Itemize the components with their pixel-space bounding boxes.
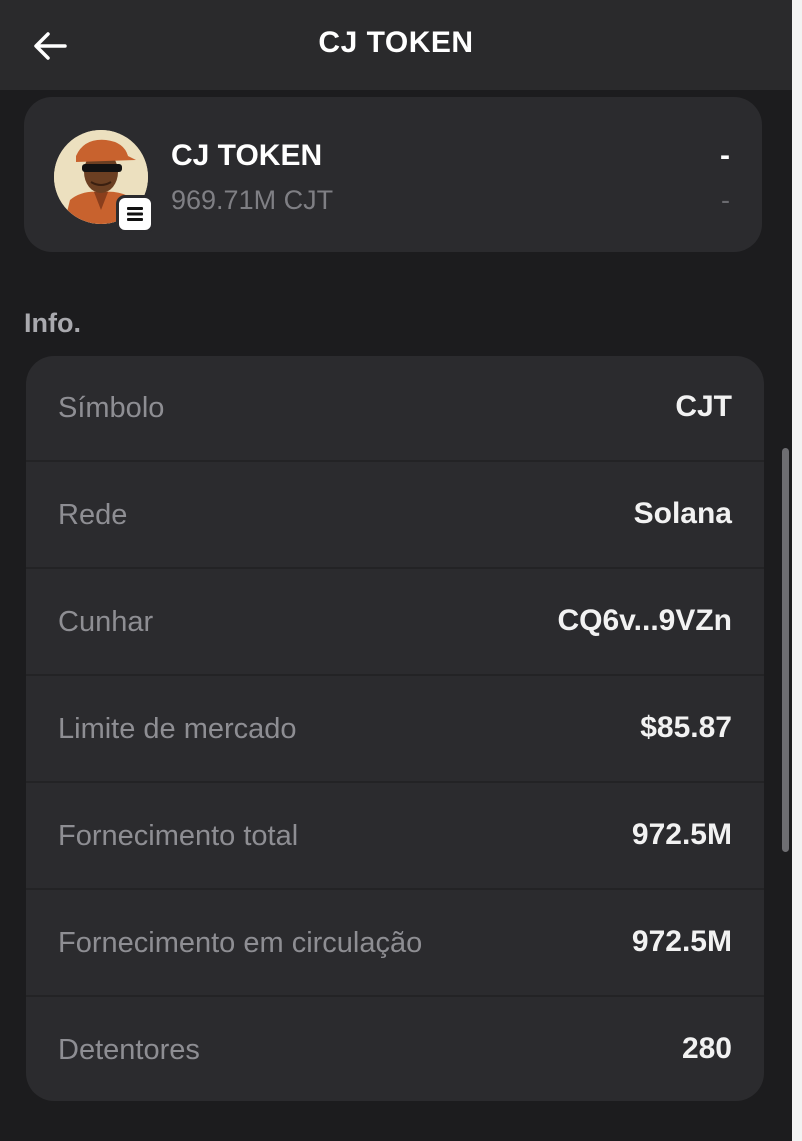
info-row-holders: Detentores 280 [26, 998, 764, 1101]
row-label: Limite de mercado [58, 713, 297, 745]
info-row-symbol: Símbolo CJT [26, 356, 764, 462]
row-label: Detentores [58, 1034, 200, 1066]
top-bar: CJ TOKEN [0, 0, 792, 90]
info-row-circulating-supply: Fornecimento em circulação 972.5M [26, 891, 764, 997]
token-balance: 969.71M CJT [171, 185, 334, 215]
row-value: 280 [681, 1032, 732, 1065]
token-fiat-value: - [720, 139, 730, 172]
divider [26, 995, 764, 997]
divider [26, 674, 764, 676]
row-label: Fornecimento total [58, 820, 299, 852]
divider [26, 567, 764, 569]
info-row-mint[interactable]: Cunhar CQ6v...9VZn [26, 570, 764, 676]
row-value: 972.5M [631, 818, 732, 851]
network-badge [116, 195, 154, 233]
row-label: Cunhar [58, 606, 154, 638]
row-value: CJT [675, 390, 732, 423]
info-row-market-cap: Limite de mercado $85.87 [26, 677, 764, 783]
row-label: Rede [58, 499, 128, 531]
row-value: $85.87 [640, 711, 732, 744]
row-value: Solana [633, 497, 732, 530]
token-card[interactable]: CJ TOKEN 969.71M CJT - - [24, 97, 762, 252]
row-label: Símbolo [58, 392, 165, 424]
row-value: 972.5M [631, 925, 732, 958]
divider [26, 781, 764, 783]
info-card: Símbolo CJT Rede Solana Cunhar CQ6v...9V… [26, 356, 764, 1101]
info-row-total-supply: Fornecimento total 972.5M [26, 784, 764, 890]
divider [26, 460, 764, 462]
info-section-label: Info. [24, 308, 81, 338]
mint-address[interactable]: CQ6v...9VZn [558, 604, 733, 638]
divider [26, 888, 764, 890]
edge-strip [792, 0, 802, 1141]
token-price-change: - [721, 185, 730, 215]
info-row-network: Rede Solana [26, 463, 764, 569]
page-title: CJ TOKEN [318, 26, 474, 59]
token-name: CJ TOKEN [171, 139, 323, 172]
row-label: Fornecimento em circulação [58, 927, 423, 959]
menu-lines-icon [127, 207, 143, 221]
scrollbar[interactable] [782, 448, 789, 852]
